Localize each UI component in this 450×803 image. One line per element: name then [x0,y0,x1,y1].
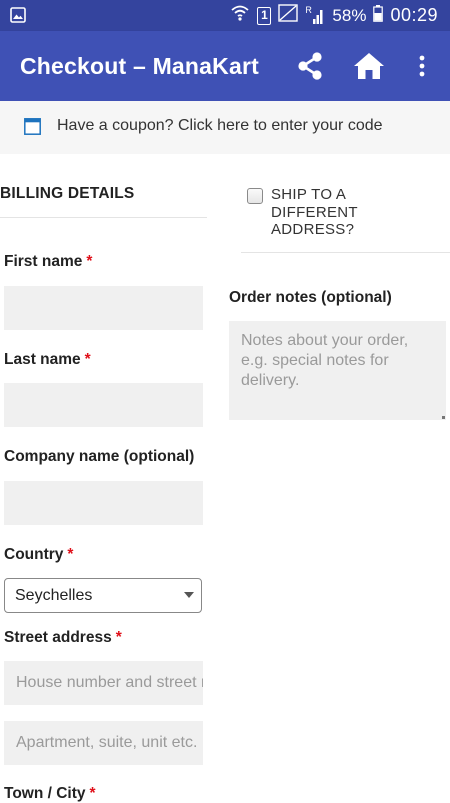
calendar-icon [24,118,41,140]
street-address-label-text: Street address [4,629,112,646]
country-select-value: Seychelles [15,587,93,604]
required-mark: * [89,785,96,802]
coupon-link[interactable]: Have a coupon? Click here to enter your … [57,101,383,151]
country-label-text: Country [4,546,64,563]
clock: 00:29 [390,5,438,25]
country-label: Country * [4,546,73,564]
overflow-menu-icon[interactable] [407,50,437,82]
ship-to-different-address-checkbox[interactable] [247,188,263,204]
company-name-label: Company name (optional) [4,448,195,465]
order-notes-field[interactable]: Notes about your order, e.g. special not… [229,321,446,420]
gallery-notification-icon [10,7,26,28]
street-address-line2-field[interactable]: Apartment, suite, unit etc. [4,721,203,765]
required-mark: * [84,351,91,368]
first-name-label: First name * [4,253,92,271]
street-address-label: Street address * [4,629,122,647]
app-bar: Checkout – ManaKart [0,31,450,101]
shipping-divider [241,252,450,253]
sim-badge-icon: 1 [257,6,272,25]
last-name-field[interactable] [4,383,203,427]
ship-to-different-address-label[interactable]: SHIP TO A DIFFERENT ADDRESS? [271,186,381,239]
battery-icon [373,4,384,27]
order-notes-placeholder: Notes about your order, e.g. special not… [241,332,409,389]
billing-divider [0,217,207,218]
required-mark: * [86,253,93,270]
home-icon[interactable] [353,50,385,82]
first-name-label-text: First name [4,253,83,270]
last-name-label-text: Last name [4,351,81,368]
street-address-line1-field[interactable]: House number and street name [4,661,203,705]
town-city-label: Town / City * [4,785,96,803]
page-title: Checkout – ManaKart [20,53,259,79]
roaming-label: R [305,4,312,15]
required-mark: * [67,546,74,563]
share-icon[interactable] [294,50,326,82]
status-bar: 1 R 58% 00:29 [0,0,450,31]
required-mark: * [115,629,122,646]
company-name-field[interactable] [4,481,203,525]
first-name-field[interactable] [4,286,203,330]
coupon-notice[interactable]: Have a coupon? Click here to enter your … [0,101,450,154]
signal-roaming-icon: R [305,4,325,25]
resize-grip-icon[interactable] [442,416,445,419]
wifi-icon [230,4,250,27]
battery-percent: 58% [332,5,367,25]
dropdown-caret-icon [184,592,194,598]
country-select[interactable]: Seychelles [4,578,202,613]
signal-empty-icon [278,4,299,27]
billing-heading: BILLING DETAILS [0,185,135,202]
order-notes-label: Order notes (optional) [229,289,392,306]
town-city-label-text: Town / City [4,785,86,802]
last-name-label: Last name * [4,351,91,369]
